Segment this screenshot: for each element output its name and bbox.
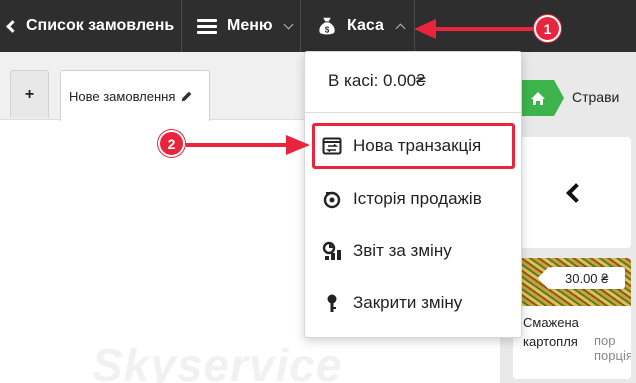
kasa-label: Каса: [347, 17, 384, 34]
close-shift-item[interactable]: Закрити зміну: [322, 288, 462, 318]
watermark: Skyservice: [92, 339, 343, 383]
chevron-left-icon: [566, 182, 586, 203]
orders-list-label: Список замовлень: [26, 17, 175, 34]
add-label: +: [24, 85, 35, 103]
tab-label: Нове замовлення: [69, 88, 176, 104]
orders-list-button[interactable]: Список замовлень: [6, 0, 174, 52]
highlight-box: [312, 123, 515, 169]
chevron-down-icon: [283, 19, 294, 29]
shift-report-icon: [322, 241, 341, 260]
svg-text:$: $: [325, 25, 330, 34]
step-badge-1: 1: [534, 15, 561, 42]
divider: [300, 0, 301, 52]
breadcrumb-home-button[interactable]: [522, 80, 564, 116]
product-card[interactable]: 30.00 ₴ Смажена картопля пор порція: [513, 258, 631, 379]
money-bag-icon: $: [319, 17, 335, 35]
pencil-icon[interactable]: [180, 90, 193, 103]
key-icon: [327, 294, 337, 312]
history-icon: [323, 191, 341, 209]
home-icon: [531, 91, 545, 105]
menu-divider: [305, 112, 521, 113]
divider: [181, 0, 182, 52]
sales-history-item[interactable]: Історія продажів: [322, 184, 482, 214]
price-tag: 30.00 ₴: [549, 267, 625, 289]
back-arrow-icon: [6, 19, 19, 33]
annotation-arrow-1: [414, 19, 534, 39]
step-badge-2: 2: [158, 130, 185, 157]
catalog-back-button[interactable]: [513, 137, 631, 248]
cash-balance: В касі: 0.00₴: [328, 71, 426, 90]
menu-button[interactable]: Меню: [197, 0, 294, 52]
product-name: Смажена картопля: [523, 315, 579, 349]
breadcrumb-dishes[interactable]: Страви: [572, 89, 619, 105]
kasa-button[interactable]: $ Каса: [316, 0, 406, 52]
chevron-up-icon: [395, 23, 406, 33]
product-unit: пор порція: [594, 333, 631, 363]
menu-label: Меню: [227, 17, 273, 34]
tab-new-order[interactable]: Нове замовлення: [60, 70, 210, 121]
shift-report-item[interactable]: Звіт за зміну: [322, 236, 452, 266]
add-order-tab-button[interactable]: +: [10, 70, 49, 118]
annotation-arrow-2: [186, 135, 310, 155]
hamburger-icon: [197, 18, 217, 34]
